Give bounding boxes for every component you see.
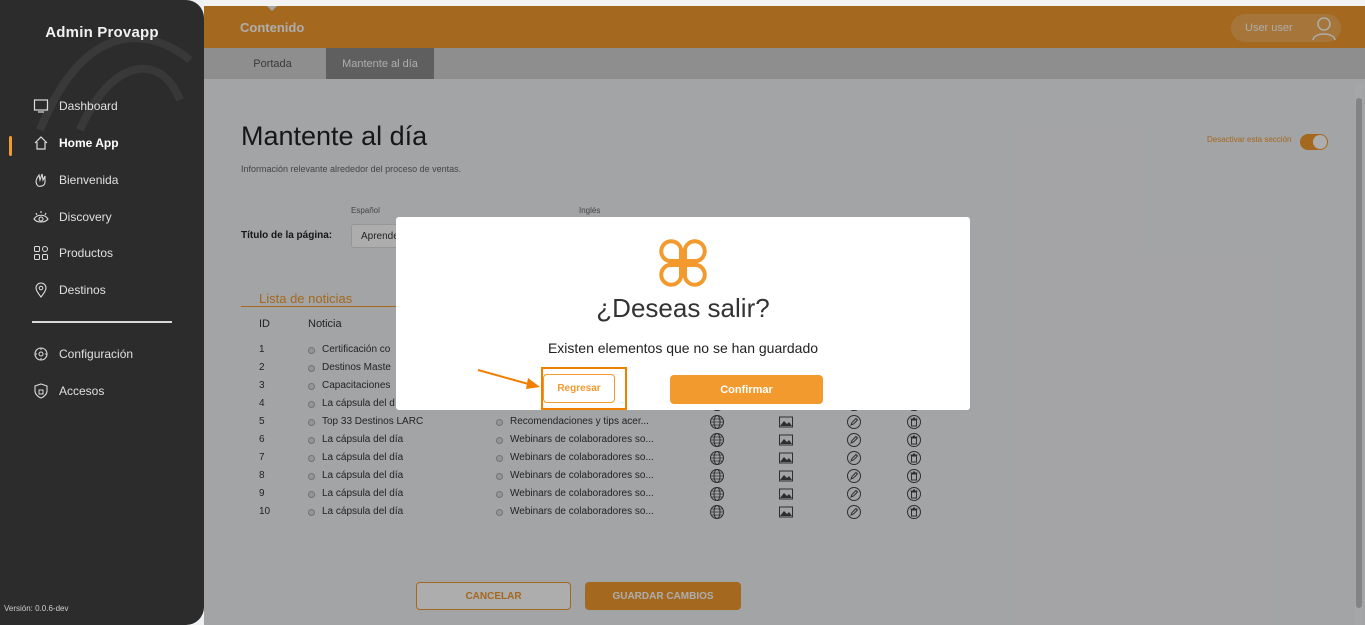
- home-icon: [32, 134, 50, 152]
- grid-icon: [32, 244, 50, 262]
- pointer-arrow-icon: [477, 369, 540, 389]
- sidebar-item-label: Destinos: [59, 283, 106, 297]
- sidebar-divider: [32, 321, 172, 323]
- sidebar-item-label: Home App: [59, 136, 119, 150]
- wave-hand-icon: [32, 171, 50, 189]
- brand-title: Admin Provapp: [45, 24, 159, 41]
- sidebar-item-productos[interactable]: Productos: [32, 243, 113, 263]
- sidebar-item-label: Dashboard: [59, 99, 118, 113]
- sidebar-item-label: Productos: [59, 246, 114, 260]
- monitor-icon: [32, 97, 50, 115]
- sidebar-item-dashboard[interactable]: Dashboard: [32, 96, 118, 116]
- clover-logo-icon: [659, 239, 707, 287]
- dialog-message: Existen elementos que no se han guardado: [547, 340, 819, 356]
- highlight-box: [541, 367, 627, 410]
- confirm-button[interactable]: Confirmar: [670, 375, 823, 404]
- active-indicator: [9, 136, 12, 156]
- sidebar-item-label: Discovery: [59, 210, 112, 224]
- sidebar-item-label: Configuración: [59, 347, 134, 361]
- sidebar-item-home-app[interactable]: Home App: [32, 133, 119, 153]
- map-pin-icon: [32, 281, 50, 299]
- eye-icon: [32, 208, 50, 226]
- gear-icon: [32, 345, 50, 363]
- sidebar-item-bienvenida[interactable]: Bienvenida: [32, 170, 118, 190]
- sidebar: Admin Provapp Dashboard Home App Bienven…: [0, 0, 204, 625]
- sidebar-item-label: Bienvenida: [59, 173, 119, 187]
- sidebar-item-configuracion[interactable]: Configuración: [32, 344, 133, 364]
- dialog-title: ¿Deseas salir?: [596, 293, 770, 323]
- sidebar-item-label: Accesos: [59, 384, 105, 398]
- shield-icon: [32, 382, 50, 400]
- sidebar-item-accesos[interactable]: Accesos: [32, 381, 104, 401]
- version-label: Versión: 0.0.6-dev: [4, 604, 69, 613]
- sidebar-item-discovery[interactable]: Discovery: [32, 207, 112, 227]
- sidebar-item-destinos[interactable]: Destinos: [32, 280, 106, 300]
